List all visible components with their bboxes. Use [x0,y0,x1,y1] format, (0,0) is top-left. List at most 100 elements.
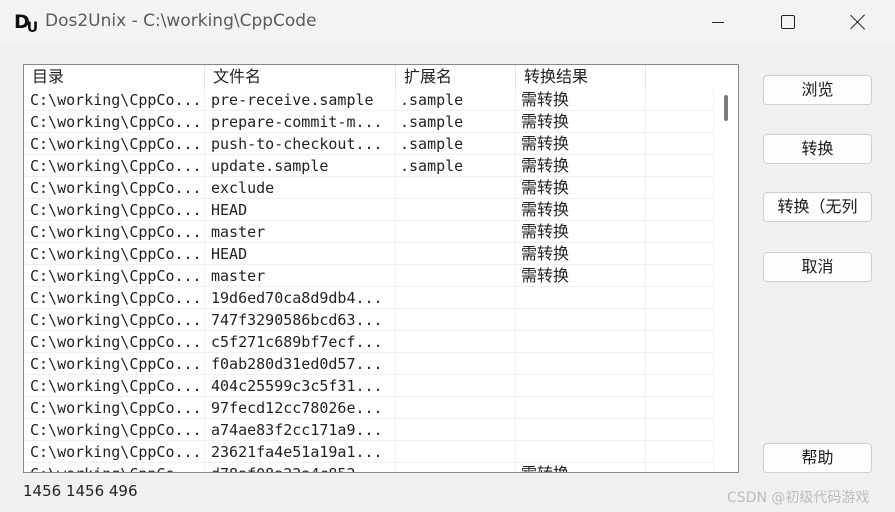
close-icon [850,14,866,30]
cell-filename: master [205,265,396,287]
cell-result: 需转换 [516,199,646,221]
cell-filler [646,111,714,133]
cell-extension [396,177,516,199]
status-text: 1456 1456 496 [23,482,138,500]
cell-filename: 747f3290586bcd63... [205,309,396,331]
table-row[interactable]: C:\working\CppCo... push-to-checkout... .s… [24,133,714,155]
cell-extension [396,375,516,397]
cell-extension [396,353,516,375]
scrollbar-thumb[interactable] [724,95,728,121]
file-list[interactable]: 目录 文件名 扩展名 转换结果 C:\working\CppCo... pre-r… [23,64,739,473]
cell-result [516,419,646,441]
maximize-icon [781,15,795,29]
table-row[interactable]: C:\working\CppCo... HEAD 需转换 [24,199,714,221]
cell-extension [396,199,516,221]
table-row[interactable]: C:\working\CppCo... 19d6ed70ca8d9db4... [24,287,714,309]
column-header-filename[interactable]: 文件名 [205,65,396,89]
column-header-result[interactable]: 转换结果 [516,65,646,89]
table-row[interactable]: C:\working\CppCo... 747f3290586bcd63... [24,309,714,331]
maximize-button[interactable] [753,0,823,44]
cell-result [516,397,646,419]
cell-result: 需转换 [516,155,646,177]
cell-filename: HEAD [205,243,396,265]
cell-filename: master [205,221,396,243]
cell-filename: exclude [205,177,396,199]
cell-directory: C:\working\CppCo... [24,89,205,111]
browse-button[interactable]: 浏览 [763,75,872,105]
cell-result [516,441,646,463]
cell-extension [396,463,516,472]
table-row[interactable]: C:\working\CppCo... f0ab280d31ed0d57... [24,353,714,375]
minimize-icon [712,21,724,23]
column-header-directory[interactable]: 目录 [24,65,205,89]
close-button[interactable] [823,0,893,44]
table-row[interactable]: C:\working\CppCo... HEAD 需转换 [24,243,714,265]
cell-directory: C:\working\CppCo... [24,331,205,353]
cell-filename: 19d6ed70ca8d9db4... [205,287,396,309]
table-row[interactable]: C:\working\CppCo... master 需转换 [24,265,714,287]
cell-directory: C:\working\CppCo... [24,199,205,221]
table-row[interactable]: C:\working\CppCo... pre-receive.sample .sa… [24,89,714,111]
cell-filler [646,177,714,199]
cell-directory: C:\working\CppCo... [24,155,205,177]
cell-filename: HEAD [205,199,396,221]
column-header-extension[interactable]: 扩展名 [396,65,516,89]
cell-directory: C:\working\CppCo... [24,353,205,375]
cell-extension [396,287,516,309]
minimize-button[interactable] [683,0,753,44]
cell-result: 需转换 [516,111,646,133]
cell-filler [646,419,714,441]
cell-result: 需转换 [516,463,646,472]
watermark: CSDN @初级代码游戏 [727,490,870,506]
table-row[interactable]: C:\working\CppCo...d78af08a22a4c852... 需转… [24,463,714,472]
cell-result [516,375,646,397]
cell-filler [646,331,714,353]
table-row[interactable]: C:\working\CppCo... c5f271c689bf7ecf... [24,331,714,353]
cell-directory: C:\working\CppCo... [24,419,205,441]
cell-result [516,353,646,375]
table-row[interactable]: C:\working\CppCo... prepare-commit-m... .s… [24,111,714,133]
cell-directory: C:\working\CppCo... [24,111,205,133]
cell-extension [396,441,516,463]
cell-directory: C:\working\CppCo... [24,265,205,287]
cell-result: 需转换 [516,177,646,199]
cell-extension [396,309,516,331]
convert-no-bom-button[interactable]: 转换（无列 [763,192,872,222]
cell-extension [396,221,516,243]
help-button[interactable]: 帮助 [763,443,872,473]
cell-result: 需转换 [516,243,646,265]
table-row[interactable]: C:\working\CppCo... a74ae83f2cc171a9... [24,419,714,441]
cell-filler [646,309,714,331]
table-row[interactable]: C:\working\CppCo... 23621fa4e51a19a1... [24,441,714,463]
title-bar: DU Dos2Unix - C:\working\CppCode [0,0,895,44]
cell-filler [646,199,714,221]
cell-directory: C:\working\CppCo... [24,463,205,472]
vertical-scrollbar[interactable] [714,65,738,472]
cell-filler [646,287,714,309]
table-row[interactable]: C:\working\CppCo... 97fecd12cc78026e... [24,397,714,419]
cell-filename: a74ae83f2cc171a9... [205,419,396,441]
table-row[interactable]: C:\working\CppCo... update.sample .sample 需… [24,155,714,177]
cell-filename: 97fecd12cc78026e... [205,397,396,419]
cell-directory: C:\working\CppCo... [24,397,205,419]
cell-directory: C:\working\CppCo... [24,375,205,397]
cell-extension: .sample [396,133,516,155]
cell-filler [646,221,714,243]
cell-directory: C:\working\CppCo... [24,309,205,331]
table-row[interactable]: C:\working\CppCo... 404c25599c3c5f31... [24,375,714,397]
table-row[interactable]: C:\working\CppCo... exclude 需转换 [24,177,714,199]
cell-filler [646,89,714,111]
cell-filename: d78af08a22a4c852... [205,463,396,472]
cell-filename: prepare-commit-m... [205,111,396,133]
cell-extension [396,331,516,353]
cell-result: 需转换 [516,265,646,287]
window-title: Dos2Unix - C:\working\CppCode [45,11,317,31]
cell-directory: C:\working\CppCo... [24,287,205,309]
cell-extension: .sample [396,89,516,111]
cell-extension: .sample [396,111,516,133]
convert-button[interactable]: 转换 [763,134,872,164]
table-row[interactable]: C:\working\CppCo... master 需转换 [24,221,714,243]
cell-filler [646,441,714,463]
cell-filler [646,133,714,155]
cancel-button[interactable]: 取消 [763,252,872,282]
